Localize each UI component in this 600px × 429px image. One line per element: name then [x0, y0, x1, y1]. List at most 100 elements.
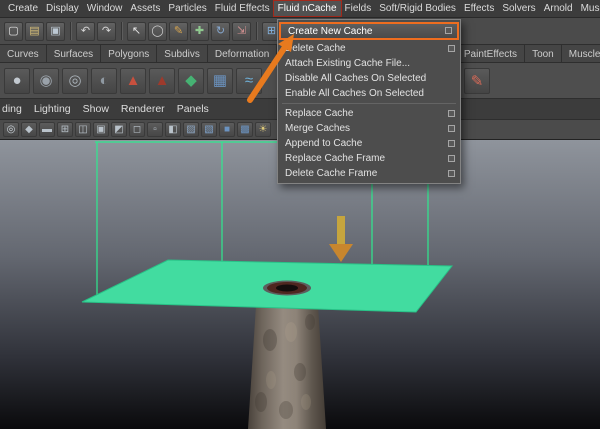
- menu-item-label: Append to Cache: [285, 138, 363, 149]
- option-box-icon[interactable]: [448, 109, 455, 117]
- option-box-icon[interactable]: [448, 169, 455, 177]
- menu-item-label: Delete Cache: [285, 43, 346, 54]
- shelf-tab-painteffects[interactable]: PaintEffects: [456, 45, 526, 62]
- nparticles-cloud-icon[interactable]: ◉: [33, 67, 59, 94]
- menu-item-label: Replace Cache Frame: [285, 153, 386, 164]
- menu-effects[interactable]: Effects: [460, 1, 498, 16]
- toolbar-separator: [121, 22, 122, 40]
- menu-item-label: Create New Cache: [288, 25, 373, 37]
- select-tool-icon[interactable]: ↖: [127, 21, 146, 41]
- ncloth-create-icon[interactable]: ▲: [120, 67, 146, 94]
- option-box-icon[interactable]: [448, 139, 455, 147]
- film-gate-icon[interactable]: ◫: [75, 122, 91, 137]
- shelf-tab-deformation[interactable]: Deformation: [207, 45, 278, 62]
- menu-item-label: Merge Caches: [285, 123, 351, 134]
- wireframe-mode-icon[interactable]: ▧: [201, 122, 217, 137]
- menu-item-attach-existing-cache-file[interactable]: Attach Existing Cache File...: [278, 56, 460, 71]
- new-scene-icon[interactable]: ▢: [4, 21, 23, 41]
- shelf-tab-curves[interactable]: Curves: [0, 45, 47, 62]
- panel-menu-renderer[interactable]: Renderer: [115, 101, 171, 117]
- emit-from-object-icon[interactable]: ◎: [62, 67, 88, 94]
- ncloth-passive-icon[interactable]: ▲: [149, 67, 175, 94]
- paint-effects-brush-icon[interactable]: ✎: [464, 68, 490, 94]
- menu-item-delete-cache-frame[interactable]: Delete Cache Frame: [278, 166, 460, 181]
- gate-mask-icon[interactable]: ◩: [111, 122, 127, 137]
- option-box-icon[interactable]: [448, 124, 455, 132]
- lights-icon[interactable]: ☀: [255, 122, 271, 137]
- paint-select-icon[interactable]: ✎: [169, 21, 188, 41]
- menu-item-replace-cache[interactable]: Replace Cache: [278, 106, 460, 121]
- menu-fields[interactable]: Fields: [341, 1, 376, 16]
- panel-menu-show[interactable]: Show: [77, 101, 115, 117]
- shelf-tab-subdivs[interactable]: Subdivs: [157, 45, 208, 62]
- panel-menu-panels[interactable]: Panels: [171, 101, 215, 117]
- menu-item-merge-caches[interactable]: Merge Caches: [278, 121, 460, 136]
- ocean-icon[interactable]: ≈: [236, 67, 262, 94]
- main-menu-bar: Create Display Window Assets Particles F…: [0, 0, 600, 18]
- lasso-select-icon[interactable]: ◯: [148, 21, 167, 41]
- shaded-mode-icon[interactable]: ■: [219, 122, 235, 137]
- nparticles-icon[interactable]: ●: [4, 67, 30, 94]
- isolate-select-icon[interactable]: ◧: [165, 122, 181, 137]
- stone-column: [248, 290, 326, 429]
- fluid-ncache-dropdown: Create New Cache Delete Cache Attach Exi…: [277, 19, 461, 184]
- plane-hole: [263, 280, 311, 296]
- shelf-tab-toon[interactable]: Toon: [525, 45, 562, 62]
- bookmark-icon[interactable]: ◆: [21, 122, 37, 137]
- menu-item-replace-cache-frame[interactable]: Replace Cache Frame: [278, 151, 460, 166]
- redo-icon[interactable]: ↷: [97, 21, 116, 41]
- resolution-gate-icon[interactable]: ▣: [93, 122, 109, 137]
- menu-item-enable-all-caches-on-selected[interactable]: Enable All Caches On Selected: [278, 86, 460, 101]
- camera-icon[interactable]: ◎: [3, 122, 19, 137]
- menu-create[interactable]: Create: [4, 1, 42, 16]
- fill-object-icon[interactable]: ◐: [91, 67, 117, 94]
- xray-icon[interactable]: ▨: [183, 122, 199, 137]
- menu-soft-rigid-bodies[interactable]: Soft/Rigid Bodies: [375, 1, 460, 16]
- menu-item-label: Enable All Caches On Selected: [285, 88, 424, 99]
- shelf-tab-surfaces[interactable]: Surfaces: [46, 45, 102, 62]
- menu-item-delete-cache[interactable]: Delete Cache: [278, 41, 460, 56]
- menu-particles[interactable]: Particles: [164, 1, 210, 16]
- safe-title-icon[interactable]: ▫: [147, 122, 163, 137]
- menu-item-append-to-cache[interactable]: Append to Cache: [278, 136, 460, 151]
- menu-item-label: Replace Cache: [285, 108, 354, 119]
- textured-mode-icon[interactable]: ▩: [237, 122, 253, 137]
- image-plane-icon[interactable]: ▬: [39, 122, 55, 137]
- menu-item-create-new-cache[interactable]: Create New Cache: [279, 22, 459, 40]
- menu-muscle[interactable]: Muscle: [577, 1, 600, 16]
- open-scene-icon[interactable]: ▤: [25, 21, 44, 41]
- toolbar-separator: [256, 22, 257, 40]
- menu-item-disable-all-caches-on-selected[interactable]: Disable All Caches On Selected: [278, 71, 460, 86]
- rotate-tool-icon[interactable]: ↻: [211, 21, 230, 41]
- option-box-icon[interactable]: [445, 27, 452, 34]
- option-box-icon[interactable]: [448, 44, 455, 52]
- panel-menu-lighting[interactable]: Lighting: [28, 101, 77, 117]
- grid-toggle-icon[interactable]: ⊞: [57, 122, 73, 137]
- shelf-tab-muscle[interactable]: Muscle: [561, 45, 600, 62]
- toolbar-separator: [70, 22, 71, 40]
- save-scene-icon[interactable]: ▣: [46, 21, 65, 41]
- menu-display[interactable]: Display: [42, 1, 83, 16]
- shelf-icons-left: ● ◉ ◎ ◐ ▲ ▲ ◆ ▦ ≈: [4, 67, 262, 94]
- option-box-icon[interactable]: [448, 154, 455, 162]
- menu-fluid-effects[interactable]: Fluid Effects: [211, 1, 274, 16]
- menu-item-label: Disable All Caches On Selected: [285, 73, 427, 84]
- move-tool-icon[interactable]: ✚: [190, 21, 209, 41]
- menu-item-label: Delete Cache Frame: [285, 168, 378, 179]
- nconstraint-icon[interactable]: ◆: [178, 67, 204, 94]
- menu-item-label: Attach Existing Cache File...: [285, 58, 411, 69]
- menu-arnold[interactable]: Arnold: [540, 1, 577, 16]
- menu-solvers[interactable]: Solvers: [498, 1, 539, 16]
- panel-menu-shading-partial[interactable]: ding: [0, 101, 28, 117]
- safe-action-icon[interactable]: ◻: [129, 122, 145, 137]
- menu-window[interactable]: Window: [83, 1, 127, 16]
- scale-tool-icon[interactable]: ⇲: [232, 21, 251, 41]
- fluid-container-icon[interactable]: ▦: [207, 67, 233, 94]
- menu-fluid-ncache[interactable]: Fluid nCache: [272, 0, 342, 17]
- down-arrow-annotation: [329, 216, 353, 262]
- menu-separator: [282, 103, 456, 104]
- shelf-tab-polygons[interactable]: Polygons: [101, 45, 158, 62]
- menu-assets[interactable]: Assets: [126, 1, 164, 16]
- undo-icon[interactable]: ↶: [76, 21, 95, 41]
- shelf-icons-right: ✎: [464, 68, 490, 94]
